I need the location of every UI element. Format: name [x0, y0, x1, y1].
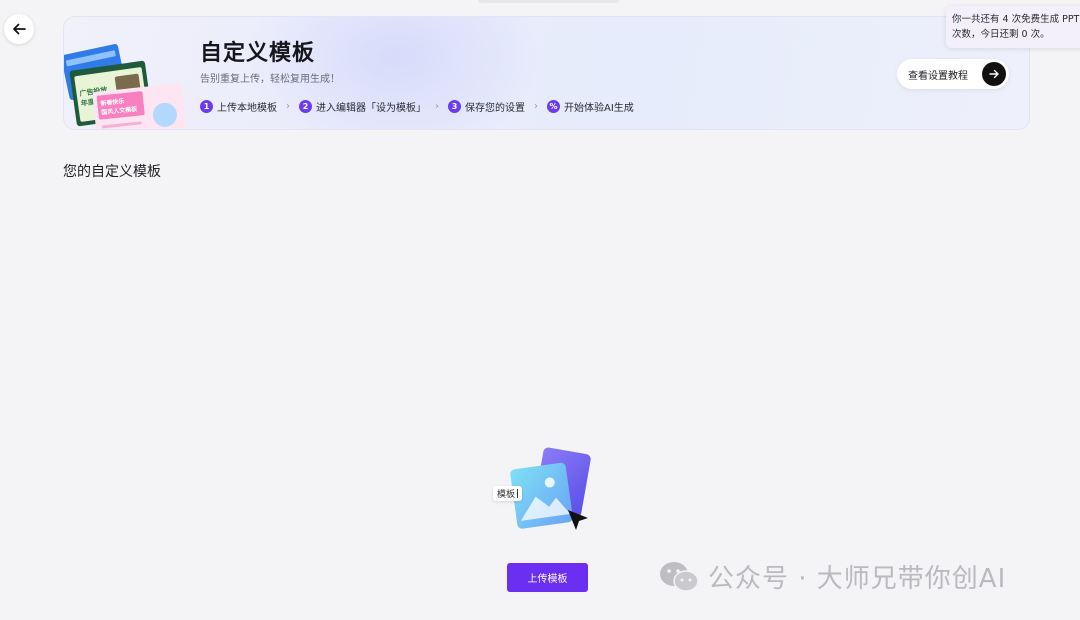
banner-title: 自定义模板 [200, 41, 316, 66]
watermark-text: 公众号 · 大师兄带你创AI [708, 564, 1007, 594]
chevron-right-icon: › [435, 101, 439, 112]
template-label-text: 模板 [497, 490, 516, 500]
back-button[interactable] [4, 14, 34, 44]
wechat-icon [660, 561, 699, 592]
step-number-badge: 3 [448, 100, 461, 113]
banner-subtitle: 告别重复上传，轻松复用生成！ [200, 74, 340, 85]
custom-template-banner: 广告投放 年度总结 新春快乐 国风人文模板 自定义模板 告别重复上传，轻松复用生… [63, 16, 1030, 130]
step-label: 开始体验AI生成 [564, 103, 634, 114]
chevron-right-icon: › [286, 101, 290, 112]
text-caret [517, 489, 519, 498]
step-label: 保存您的设置 [465, 103, 525, 114]
step-number-badge: 1 [200, 100, 213, 113]
chevron-right-icon: › [534, 101, 538, 112]
template-cards-illustration: 广告投放 年度总结 新春快乐 国风人文模板 [64, 44, 187, 129]
arrow-left-icon [13, 23, 26, 35]
step-set-template: 2 进入编辑器「设为模板」 [299, 99, 426, 114]
step-save-settings: 3 保存您的设置 [448, 99, 525, 114]
top-tab-stub [478, 0, 620, 3]
free-quota-tooltip: 你一共还有 4 次免费生成 PPT 次数，今日还剩 0 次。 [946, 6, 1080, 48]
upload-template-button[interactable]: 上传模板 [507, 563, 588, 592]
quota-line-2: 次数，今日还剩 0 次。 [952, 29, 1050, 40]
step-number-badge: % [547, 100, 560, 113]
step-label: 进入编辑器「设为模板」 [316, 103, 426, 114]
wechat-watermark: 公众号 · 大师兄带你创AI [658, 558, 1006, 595]
tutorial-button-label: 查看设置教程 [908, 70, 968, 82]
arrow-right-icon [982, 62, 1006, 86]
step-number-badge: 2 [299, 100, 312, 113]
step-upload: 1 上传本地模板 [200, 99, 277, 114]
section-title: 您的自定义模板 [63, 164, 161, 180]
setup-steps: 1 上传本地模板 › 2 进入编辑器「设为模板」 › 3 保存您的设置 › % … [200, 99, 634, 114]
step-start-ai: % 开始体验AI生成 [547, 99, 634, 114]
quota-line-1: 你一共还有 4 次免费生成 PPT [952, 14, 1080, 25]
template-name-label: 模板 [493, 486, 523, 501]
view-tutorial-button[interactable]: 查看设置教程 [897, 59, 1009, 89]
step-label: 上传本地模板 [217, 103, 277, 114]
